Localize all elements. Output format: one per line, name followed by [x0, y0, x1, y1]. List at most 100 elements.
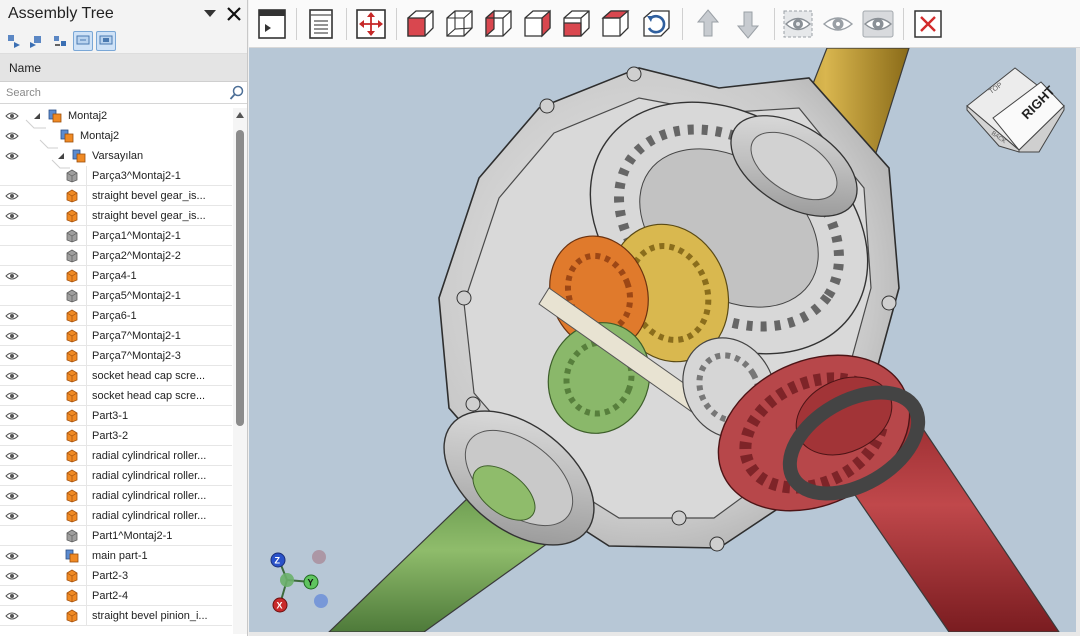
- visibility-eye-icon[interactable]: [5, 611, 19, 621]
- tree-row[interactable]: radial cylindrical roller...: [0, 446, 232, 466]
- tree-row[interactable]: Part2-4: [0, 586, 232, 606]
- visibility-eye-icon[interactable]: [5, 371, 19, 381]
- part-icon: [65, 329, 79, 343]
- part-icon: [65, 269, 79, 283]
- rotate-view-icon[interactable]: [639, 6, 673, 42]
- assembly-tree-panel: Assembly Tree Name Search Montaj2 Montaj…: [0, 0, 248, 636]
- tree-item-label: Parça7^Montaj2-1: [92, 330, 181, 342]
- close-x-icon[interactable]: [911, 6, 945, 42]
- visibility-eye-icon[interactable]: [5, 511, 19, 521]
- visibility-eye-icon[interactable]: [5, 591, 19, 601]
- document-icon[interactable]: [304, 6, 338, 42]
- tree-row[interactable]: Parça5^Montaj2-1: [0, 286, 232, 306]
- view-back-icon[interactable]: [442, 6, 476, 42]
- tree-item-label: straight bevel gear_is...: [92, 210, 206, 222]
- show-icon[interactable]: [861, 6, 895, 42]
- triad-x-label: X: [277, 601, 283, 611]
- expand-tree-icon[interactable]: [4, 31, 24, 51]
- tree-item-label: Part2-4: [92, 590, 129, 602]
- view-cube[interactable]: RIGHT TOP BACK: [966, 67, 1065, 153]
- search-input[interactable]: [6, 86, 227, 99]
- axis-triad: Z Y X: [270, 550, 328, 613]
- move-up-icon[interactable]: [691, 6, 725, 42]
- view-bottom-icon[interactable]: [598, 6, 632, 42]
- visibility-eye-icon[interactable]: [5, 551, 19, 561]
- tree-item-label: Parça6-1: [92, 310, 137, 322]
- view-right-icon[interactable]: [520, 6, 554, 42]
- triad-ghost-circle-2: [314, 594, 328, 608]
- panel-menu-arrow-icon[interactable]: [199, 3, 221, 25]
- triad-y-label: Y: [308, 578, 314, 588]
- tree-row[interactable]: straight bevel gear_is...: [0, 206, 232, 226]
- fit-all-icon[interactable]: [354, 6, 388, 42]
- visibility-eye-icon[interactable]: [5, 351, 19, 361]
- tree-row[interactable]: Part3-1: [0, 406, 232, 426]
- part-icon: [65, 509, 79, 523]
- tree-row[interactable]: Parça7^Montaj2-3: [0, 346, 232, 366]
- collapse-tree-icon[interactable]: [27, 31, 47, 51]
- tree-item-label: Parça5^Montaj2-1: [92, 290, 181, 302]
- hide-icon[interactable]: [821, 6, 855, 42]
- tree-row[interactable]: socket head cap scre...: [0, 366, 232, 386]
- tree-row[interactable]: main part-1: [0, 546, 232, 566]
- part-icon: [65, 569, 79, 583]
- visibility-eye-icon[interactable]: [5, 491, 19, 501]
- assembly-icon: [65, 549, 79, 563]
- 3d-viewport[interactable]: RIGHT TOP BACK Z Y X: [249, 48, 1076, 632]
- visibility-eye-icon[interactable]: [5, 391, 19, 401]
- view-top-icon[interactable]: [559, 6, 593, 42]
- tree-row[interactable]: Parça4-1: [0, 266, 232, 286]
- visibility-eye-icon[interactable]: [5, 411, 19, 421]
- part-icon: [65, 449, 79, 463]
- scroll-up-arrow-icon[interactable]: [236, 112, 244, 118]
- differential-model[interactable]: RIGHT TOP BACK Z Y X: [249, 48, 1076, 632]
- tree-item-label: straight bevel pinion_i...: [92, 610, 208, 622]
- tree-options-icon[interactable]: [50, 31, 70, 51]
- tree-row[interactable]: Parça7^Montaj2-1: [0, 326, 232, 346]
- visibility-eye-icon[interactable]: [5, 471, 19, 481]
- tree-item-label: main part-1: [92, 550, 148, 562]
- tree-row[interactable]: Part3-2: [0, 426, 232, 446]
- part-icon: [65, 289, 79, 303]
- tree-row[interactable]: Part2-3: [0, 566, 232, 586]
- tree-item-label: radial cylindrical roller...: [92, 490, 207, 502]
- visibility-eye-icon[interactable]: [5, 451, 19, 461]
- tree-item-label: radial cylindrical roller...: [92, 470, 207, 482]
- visibility-eye-icon[interactable]: [5, 571, 19, 581]
- cad-viewer-app: Assembly Tree Name Search Montaj2 Montaj…: [0, 0, 1080, 636]
- show-all-icon[interactable]: [781, 6, 815, 42]
- visibility-eye-icon[interactable]: [5, 431, 19, 441]
- viewport-edge: [1076, 48, 1080, 636]
- tree-guide-lines: [25, 119, 70, 169]
- tree-row[interactable]: radial cylindrical roller...: [0, 486, 232, 506]
- tree-row[interactable]: Parça6-1: [0, 306, 232, 326]
- part-icon: [65, 409, 79, 423]
- tree-row[interactable]: radial cylindrical roller...: [0, 466, 232, 486]
- tree-row[interactable]: radial cylindrical roller...: [0, 506, 232, 526]
- visibility-eye-icon[interactable]: [5, 311, 19, 321]
- search-icon[interactable]: [227, 83, 247, 103]
- tree-row[interactable]: Parça1^Montaj2-1: [0, 226, 232, 246]
- part-icon: [65, 389, 79, 403]
- tree-row[interactable]: straight bevel pinion_i...: [0, 606, 232, 626]
- tree-scrollbar[interactable]: [233, 108, 247, 634]
- panel-toggle-icon[interactable]: [255, 6, 289, 42]
- move-down-icon[interactable]: [731, 6, 765, 42]
- tree-item-label: Part3-2: [92, 430, 129, 442]
- tree-row[interactable]: Part1^Montaj2-1: [0, 526, 232, 546]
- panel-close-icon[interactable]: [221, 3, 247, 25]
- visibility-eye-icon[interactable]: [5, 211, 19, 221]
- view-front-icon[interactable]: [403, 6, 437, 42]
- view-left-icon[interactable]: [481, 6, 515, 42]
- tree-row[interactable]: socket head cap scre...: [0, 386, 232, 406]
- tree-item-label: radial cylindrical roller...: [92, 510, 207, 522]
- tree-row[interactable]: straight bevel gear_is...: [0, 186, 232, 206]
- visibility-eye-icon[interactable]: [5, 271, 19, 281]
- visibility-eye-icon[interactable]: [5, 191, 19, 201]
- filter-icon[interactable]: [73, 30, 93, 51]
- select-filter-icon[interactable]: [96, 30, 116, 51]
- scroll-thumb[interactable]: [236, 130, 244, 426]
- tree-row[interactable]: Parça2^Montaj2-2: [0, 246, 232, 266]
- visibility-eye-icon[interactable]: [5, 331, 19, 341]
- column-header-name[interactable]: Name: [0, 54, 247, 82]
